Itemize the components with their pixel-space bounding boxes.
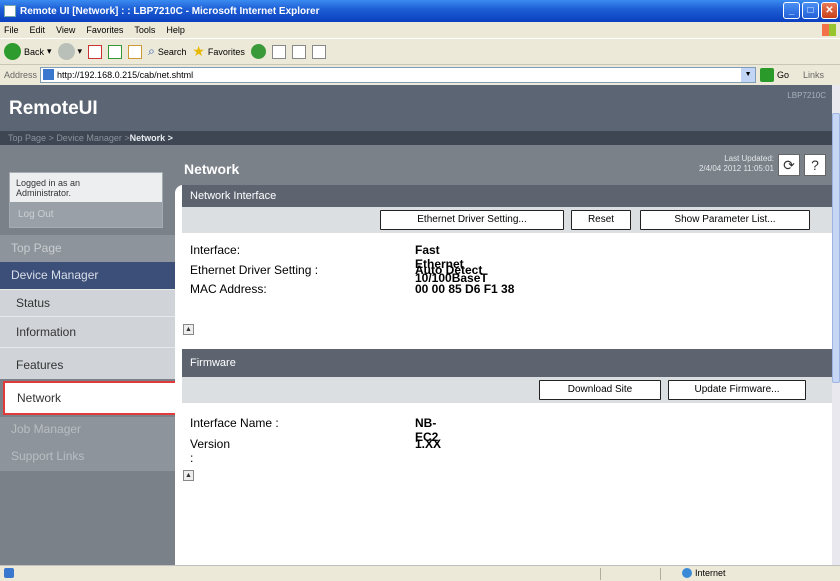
refresh-icon[interactable] — [108, 44, 123, 59]
ethernet-driver-value: Auto Detect — [415, 263, 483, 277]
status-divider — [660, 568, 661, 580]
window-title: Remote UI [Network] : : LBP7210C - Micro… — [20, 5, 320, 17]
ethernet-driver-label: Ethernet Driver Setting : — [190, 263, 319, 277]
status-bar: Internet — [0, 565, 840, 581]
sidebar-item-device-manager[interactable]: Device Manager — [0, 262, 175, 289]
login-status: Logged in as an Administrator. — [16, 178, 80, 198]
address-label: Address — [4, 69, 38, 80]
back-to-top-icon[interactable]: ▲ — [183, 470, 194, 481]
page-icon — [43, 69, 55, 80]
print-icon[interactable] — [291, 44, 306, 59]
address-bar: Address http://192.168.0.215/cab/net.sht… — [0, 64, 840, 84]
back-button[interactable]: Back ▾ — [4, 43, 52, 60]
stop-icon[interactable] — [88, 44, 103, 59]
address-dropdown-icon[interactable]: ▼ — [741, 67, 756, 82]
update-firmware-button[interactable]: Update Firmware... — [668, 380, 806, 400]
last-updated-time: 2/4/04 2012 11:05:01 — [698, 164, 774, 173]
last-updated: Last Updated: 2/4/04 2012 11:05:01 — [699, 154, 774, 174]
menu-view[interactable]: View — [56, 25, 75, 35]
sidebar-item-job-manager[interactable]: Job Manager — [0, 417, 175, 441]
login-line-2: Administrator. — [16, 188, 72, 198]
close-button[interactable]: ✕ — [821, 2, 838, 19]
sidebar-item-network[interactable]: Network — [3, 381, 179, 415]
main-panel: Network Interface Ethernet Driver Settin… — [175, 185, 832, 565]
mail-icon[interactable] — [271, 44, 286, 59]
download-site-button[interactable]: Download Site — [539, 380, 661, 400]
maximize-button[interactable]: □ — [802, 2, 819, 19]
sidebar-item-information[interactable]: Information — [0, 316, 175, 347]
menu-help[interactable]: Help — [166, 25, 185, 35]
refresh-button[interactable]: ⟳ — [778, 154, 800, 176]
favorites-label: Favorites — [207, 46, 245, 57]
ie-icon — [4, 5, 16, 17]
links-button[interactable]: Links — [803, 70, 824, 80]
zone-label: Internet — [695, 568, 726, 578]
page-viewport: RemoteUI LBP7210C Top Page > Device Mana… — [0, 85, 832, 565]
interface-label: Interface: — [190, 243, 241, 257]
sidebar-item-features[interactable]: Features — [0, 347, 175, 379]
sidebar-item-support-links[interactable]: Support Links — [0, 441, 175, 471]
printer-model: LBP7210C — [787, 91, 826, 100]
mac-address-label: MAC Address: — [190, 282, 267, 296]
login-box: Logged in as an Administrator. Log Out — [9, 172, 163, 228]
mac-address-value: 00 00 85 D6 F1 38 — [415, 282, 515, 296]
firmware-actions: Download Site Update Firmware... — [182, 377, 832, 403]
brand-bar: RemoteUI LBP7210C — [0, 85, 832, 131]
version-label: Version : — [190, 437, 231, 465]
breadcrumb-device-manager[interactable]: Device Manager > — [56, 133, 129, 143]
security-zone: Internet — [682, 568, 726, 578]
menu-favorites[interactable]: Favorites — [86, 25, 123, 35]
last-updated-label: Last Updated: — [724, 154, 774, 163]
home-icon[interactable] — [128, 44, 143, 59]
go-label: Go — [777, 69, 790, 80]
address-input[interactable]: http://192.168.0.215/cab/net.shtml ▼ — [40, 66, 757, 83]
vertical-scrollbar[interactable] — [832, 85, 840, 565]
back-label: Back — [24, 46, 45, 57]
menu-tools[interactable]: Tools — [134, 25, 155, 35]
login-line-1: Logged in as an — [16, 178, 81, 188]
back-arrow-icon — [4, 43, 21, 60]
history-icon[interactable] — [250, 44, 266, 59]
ethernet-driver-setting-button[interactable]: Ethernet Driver Setting... — [380, 210, 564, 230]
logout-button[interactable]: Log Out — [10, 202, 162, 227]
internet-globe-icon — [682, 568, 692, 578]
interface-name-label: Interface Name : — [190, 416, 279, 430]
forward-button[interactable]: ▾ — [57, 43, 82, 60]
reset-button[interactable]: Reset — [571, 210, 631, 230]
breadcrumb: Top Page > Device Manager >Network > — [0, 131, 832, 145]
go-button[interactable]: Go — [760, 67, 790, 82]
windows-logo-icon — [822, 24, 836, 36]
address-url: http://192.168.0.215/cab/net.shtml — [57, 69, 194, 80]
search-label: Search — [157, 46, 187, 57]
back-to-top-icon[interactable]: ▲ — [183, 324, 194, 335]
breadcrumb-current: Network > — [129, 133, 173, 143]
menu-edit[interactable]: Edit — [30, 25, 46, 35]
forward-arrow-icon — [57, 43, 75, 60]
menu-bar: File Edit View Favorites Tools Help — [0, 22, 840, 38]
sidebar-item-top-page[interactable]: Top Page — [0, 235, 175, 262]
search-button[interactable]: ⌕ Search — [148, 44, 186, 59]
network-interface-actions: Ethernet Driver Setting... Reset Show Pa… — [182, 207, 832, 233]
window-titlebar: Remote UI [Network] : : LBP7210C - Micro… — [0, 0, 840, 22]
go-arrow-icon — [760, 67, 775, 82]
browser-toolbar: Back ▾ ▾ ⌕ Search ★ Favorites — [0, 38, 840, 64]
favorites-star-icon: ★ — [192, 43, 205, 59]
menu-file[interactable]: File — [4, 25, 19, 35]
brand-name: RemoteUI — [9, 98, 98, 119]
minimize-button[interactable]: _ — [783, 2, 800, 19]
page-title: Network — [184, 161, 240, 177]
sidebar-item-status[interactable]: Status — [0, 289, 175, 316]
edit-icon[interactable] — [311, 44, 326, 59]
show-parameter-list-button[interactable]: Show Parameter List... — [640, 210, 810, 230]
status-divider — [600, 568, 601, 580]
scrollbar-thumb[interactable] — [832, 113, 840, 383]
version-value: 1.XX — [415, 437, 442, 451]
network-interface-header: Network Interface — [182, 185, 832, 207]
firmware-header: Firmware — [182, 349, 832, 377]
page-status-icon — [4, 568, 14, 578]
favorites-button[interactable]: ★ Favorites — [192, 43, 245, 60]
breadcrumb-top-page[interactable]: Top Page > — [8, 133, 54, 143]
help-button[interactable]: ? — [804, 154, 826, 176]
search-icon: ⌕ — [148, 44, 155, 58]
